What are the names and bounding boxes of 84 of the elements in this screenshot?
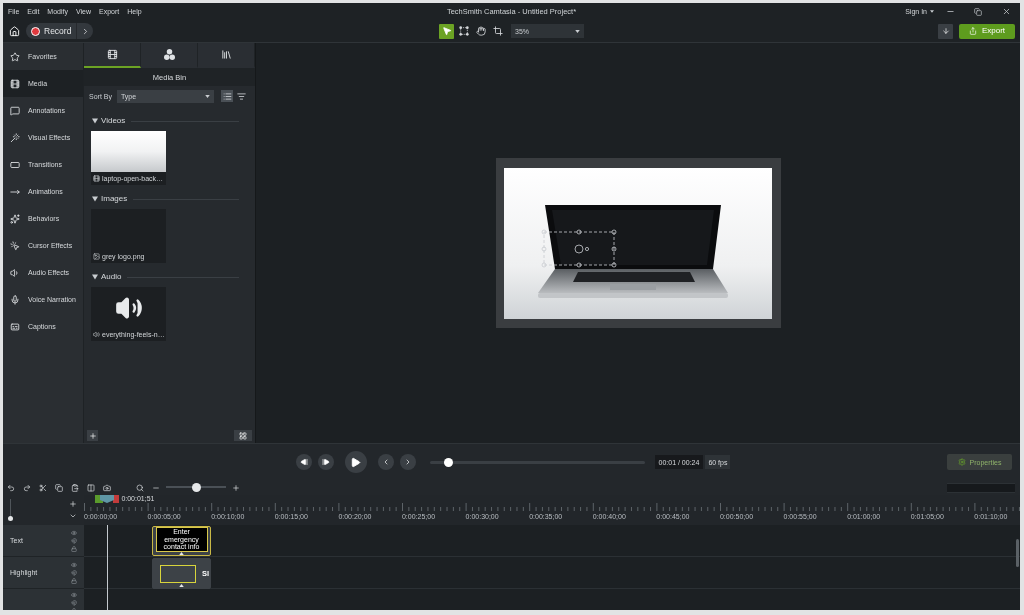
add-media-button[interactable] <box>87 430 98 441</box>
step-back-button[interactable] <box>295 454 312 470</box>
track-height-slider[interactable] <box>8 499 13 521</box>
grid-view-button[interactable] <box>234 430 252 441</box>
undo-icon <box>7 483 15 492</box>
gear-icon <box>957 458 966 466</box>
play-icon <box>350 456 361 468</box>
list-icon <box>222 91 232 101</box>
speaker-icon <box>10 267 20 278</box>
timeline-zoom-slider[interactable] <box>166 483 226 492</box>
record-button[interactable]: Record <box>26 23 77 39</box>
step-forward-icon <box>321 458 330 466</box>
lock-icon[interactable] <box>71 577 77 584</box>
caret-icon <box>92 118 98 124</box>
playback-scrubber[interactable] <box>429 457 645 467</box>
section-header[interactable]: Images <box>90 193 128 205</box>
film-icon <box>10 78 20 89</box>
books-icon <box>220 49 232 60</box>
scrubber-thumb[interactable] <box>444 457 454 467</box>
triangle-icon <box>179 552 184 555</box>
selection-box[interactable] <box>541 229 617 267</box>
tool-button[interactable] <box>439 23 454 39</box>
share-icon <box>968 27 977 35</box>
image-icon <box>93 253 100 260</box>
play-button[interactable] <box>344 451 367 473</box>
sort-order-button[interactable] <box>235 90 247 102</box>
plus-icon <box>88 431 97 440</box>
caret-icon <box>92 274 98 280</box>
caret-icon <box>204 94 210 98</box>
zoom-slider-thumb[interactable] <box>191 483 201 492</box>
download-icon <box>941 27 950 35</box>
grid-icon <box>239 431 247 440</box>
eye-icon[interactable] <box>71 529 77 536</box>
speaker-icon <box>93 331 100 338</box>
cursor-click-icon <box>10 240 20 251</box>
camera-icon <box>103 483 111 492</box>
hand-icon <box>475 26 486 36</box>
plus-icon <box>68 500 77 508</box>
step-back-icon <box>299 458 308 466</box>
captions-icon <box>10 321 20 332</box>
scissors-icon <box>39 483 47 492</box>
rectangle-icon <box>10 159 20 170</box>
lock-icon[interactable] <box>71 545 77 552</box>
paste-icon <box>71 483 79 492</box>
film-icon <box>93 175 100 182</box>
tool-button[interactable] <box>473 23 488 39</box>
caret-icon <box>930 10 934 13</box>
home-icon <box>8 25 20 37</box>
restore-icon <box>974 7 982 16</box>
microphone-icon <box>10 294 20 305</box>
caret-icon <box>92 196 98 202</box>
scroll-thumb[interactable] <box>1016 539 1019 567</box>
redo-icon <box>23 483 31 492</box>
step-forward-button[interactable] <box>317 454 334 470</box>
transform-handles-icon <box>458 26 469 36</box>
add-track-button[interactable] <box>68 499 77 509</box>
tool-button[interactable] <box>490 23 505 39</box>
magic-wand-icon <box>10 132 20 143</box>
search-icon <box>136 483 144 492</box>
sort-lines-icon <box>236 91 246 101</box>
triangle-icon <box>179 584 184 587</box>
copy-icon <box>55 483 63 492</box>
crop-icon <box>492 26 503 36</box>
section-header[interactable]: Audio <box>90 271 122 283</box>
eye-icon[interactable] <box>71 592 77 598</box>
split-icon <box>87 483 95 492</box>
playhead-handle[interactable] <box>95 495 120 503</box>
eye-icon[interactable] <box>71 561 77 568</box>
chevron-down-icon <box>68 512 77 520</box>
plus-icon <box>232 483 240 492</box>
star-icon <box>10 51 20 62</box>
tool-button[interactable] <box>456 23 471 39</box>
sort-order-button[interactable] <box>221 90 233 102</box>
highlight-rectangle <box>160 564 196 583</box>
home-button[interactable] <box>7 24 21 38</box>
pointer-icon <box>441 26 452 36</box>
circles-icon <box>163 49 175 60</box>
close-icon <box>1001 7 1011 16</box>
download-button[interactable] <box>938 23 953 39</box>
film-icon <box>106 49 118 60</box>
caret-icon <box>575 29 580 33</box>
sparkles-icon <box>10 213 20 224</box>
speech-bubble-icon <box>10 105 20 116</box>
section-header[interactable]: Videos <box>90 115 126 127</box>
